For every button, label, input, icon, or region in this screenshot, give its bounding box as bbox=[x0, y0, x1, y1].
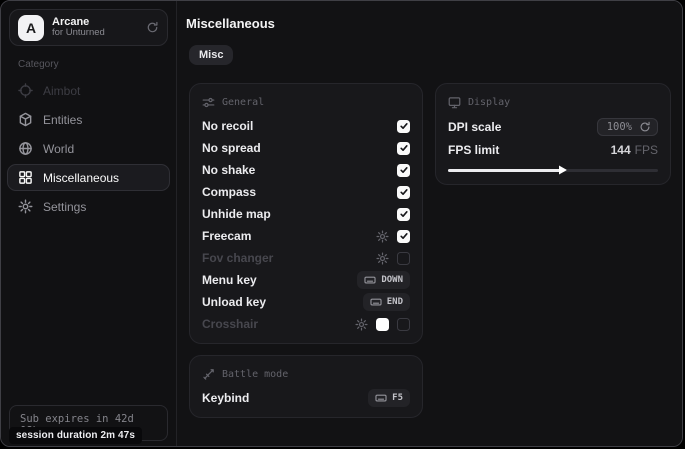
refresh-icon[interactable] bbox=[146, 21, 159, 34]
setting-label: Unhide map bbox=[202, 207, 271, 221]
checkbox[interactable] bbox=[397, 318, 410, 331]
category-label: Category bbox=[18, 59, 176, 70]
setting-row-crosshair: Crosshair bbox=[202, 313, 410, 335]
setting-row-no-spread: No spread bbox=[202, 137, 410, 159]
avatar: A bbox=[18, 15, 44, 41]
setting-label: Freecam bbox=[202, 229, 251, 243]
setting-label: No recoil bbox=[202, 119, 253, 133]
panel-title: Battle mode bbox=[222, 369, 288, 380]
keybind-value: END bbox=[387, 297, 403, 307]
panel-title: General bbox=[222, 97, 264, 108]
tab-misc[interactable]: Misc bbox=[189, 45, 233, 65]
setting-label: No spread bbox=[202, 141, 261, 155]
sidebar-item-label: World bbox=[43, 142, 74, 156]
page-title: Miscellaneous bbox=[186, 16, 275, 31]
setting-row-menu-key: Menu key DOWN bbox=[202, 269, 410, 291]
setting-label: Crosshair bbox=[202, 317, 258, 331]
checkbox[interactable] bbox=[397, 142, 410, 155]
keybind-badge[interactable]: DOWN bbox=[357, 271, 410, 289]
setting-label: Menu key bbox=[202, 273, 257, 287]
sidebar-item-settings[interactable]: Settings bbox=[7, 193, 170, 220]
sidebar-item-label: Miscellaneous bbox=[43, 171, 119, 185]
app-header-card: A Arcane for Unturned bbox=[9, 9, 168, 46]
setting-label: Keybind bbox=[202, 391, 249, 405]
keybind-value: DOWN bbox=[381, 275, 403, 285]
keybind-badge[interactable]: F5 bbox=[368, 389, 410, 407]
checkbox[interactable] bbox=[397, 164, 410, 177]
setting-row-compass: Compass bbox=[202, 181, 410, 203]
setting-label: Compass bbox=[202, 185, 256, 199]
checkbox[interactable] bbox=[397, 208, 410, 221]
dpi-scale-value: 100% bbox=[607, 121, 632, 133]
globe-icon bbox=[18, 141, 33, 156]
panel-battle-mode: Battle mode Keybind F5 bbox=[189, 355, 423, 418]
main-content: Miscellaneous Misc General No recoil No … bbox=[178, 1, 682, 446]
sword-icon bbox=[202, 368, 215, 381]
sliders-icon bbox=[202, 96, 215, 109]
checkbox[interactable] bbox=[397, 230, 410, 243]
gear-icon[interactable] bbox=[355, 318, 368, 331]
setting-row-freecam: Freecam bbox=[202, 225, 410, 247]
crosshair-icon bbox=[18, 83, 33, 98]
keybind-badge[interactable]: END bbox=[363, 293, 410, 311]
fps-limit-unit: FPS bbox=[635, 143, 658, 157]
keyboard-icon bbox=[370, 296, 382, 308]
setting-label: Unload key bbox=[202, 295, 266, 309]
keybind-value: F5 bbox=[392, 393, 403, 403]
gear-icon bbox=[18, 199, 33, 214]
setting-row-keybind: Keybind F5 bbox=[202, 387, 410, 409]
slider-fill bbox=[448, 169, 561, 172]
sidebar-item-label: Aimbot bbox=[43, 84, 80, 98]
slider-thumb[interactable] bbox=[559, 166, 567, 175]
setting-row-unhide-map: Unhide map bbox=[202, 203, 410, 225]
keyboard-icon bbox=[364, 274, 376, 286]
setting-row-no-shake: No shake bbox=[202, 159, 410, 181]
monitor-icon bbox=[448, 96, 461, 109]
sidebar-item-miscellaneous[interactable]: Miscellaneous bbox=[7, 164, 170, 191]
session-duration-badge: session duration 2m 47s bbox=[9, 427, 142, 444]
sidebar-item-label: Settings bbox=[43, 200, 86, 214]
fps-limit-value: 144 bbox=[611, 143, 631, 157]
reset-icon[interactable] bbox=[639, 121, 651, 133]
setting-label: No shake bbox=[202, 163, 255, 177]
setting-label: Fov changer bbox=[202, 251, 273, 265]
setting-row-dpi-scale: DPI scale 100% bbox=[448, 115, 658, 139]
panel-general: General No recoil No spread No shake bbox=[189, 83, 423, 344]
keyboard-icon bbox=[375, 392, 387, 404]
setting-label: DPI scale bbox=[448, 120, 501, 134]
sidebar-item-label: Entities bbox=[43, 113, 82, 127]
sidebar-item-entities[interactable]: Entities bbox=[7, 106, 170, 133]
box-icon bbox=[18, 112, 33, 127]
setting-row-fps-limit: FPS limit 144 FPS bbox=[448, 141, 658, 159]
checkbox[interactable] bbox=[397, 186, 410, 199]
color-swatch[interactable] bbox=[376, 318, 389, 331]
app-window: A Arcane for Unturned Category Aimbot En… bbox=[0, 0, 683, 447]
sidebar: A Arcane for Unturned Category Aimbot En… bbox=[1, 1, 177, 446]
setting-row-unload-key: Unload key END bbox=[202, 291, 410, 313]
setting-row-no-recoil: No recoil bbox=[202, 115, 410, 137]
app-subtitle: for Unturned bbox=[52, 28, 105, 39]
sidebar-item-world[interactable]: World bbox=[7, 135, 170, 162]
setting-row-fov-changer: Fov changer bbox=[202, 247, 410, 269]
fps-limit-slider[interactable] bbox=[448, 164, 658, 176]
panel-title: Display bbox=[468, 97, 510, 108]
dpi-scale-control[interactable]: 100% bbox=[597, 118, 658, 136]
setting-label: FPS limit bbox=[448, 143, 499, 157]
panel-display: Display DPI scale 100% FPS limit 144 bbox=[435, 83, 671, 185]
sidebar-item-aimbot[interactable]: Aimbot bbox=[7, 77, 170, 104]
checkbox[interactable] bbox=[397, 120, 410, 133]
sidebar-nav: Aimbot Entities World Miscellaneous Sett… bbox=[1, 76, 176, 221]
grid-icon bbox=[18, 170, 33, 185]
checkbox[interactable] bbox=[397, 252, 410, 265]
gear-icon[interactable] bbox=[376, 252, 389, 265]
gear-icon[interactable] bbox=[376, 230, 389, 243]
